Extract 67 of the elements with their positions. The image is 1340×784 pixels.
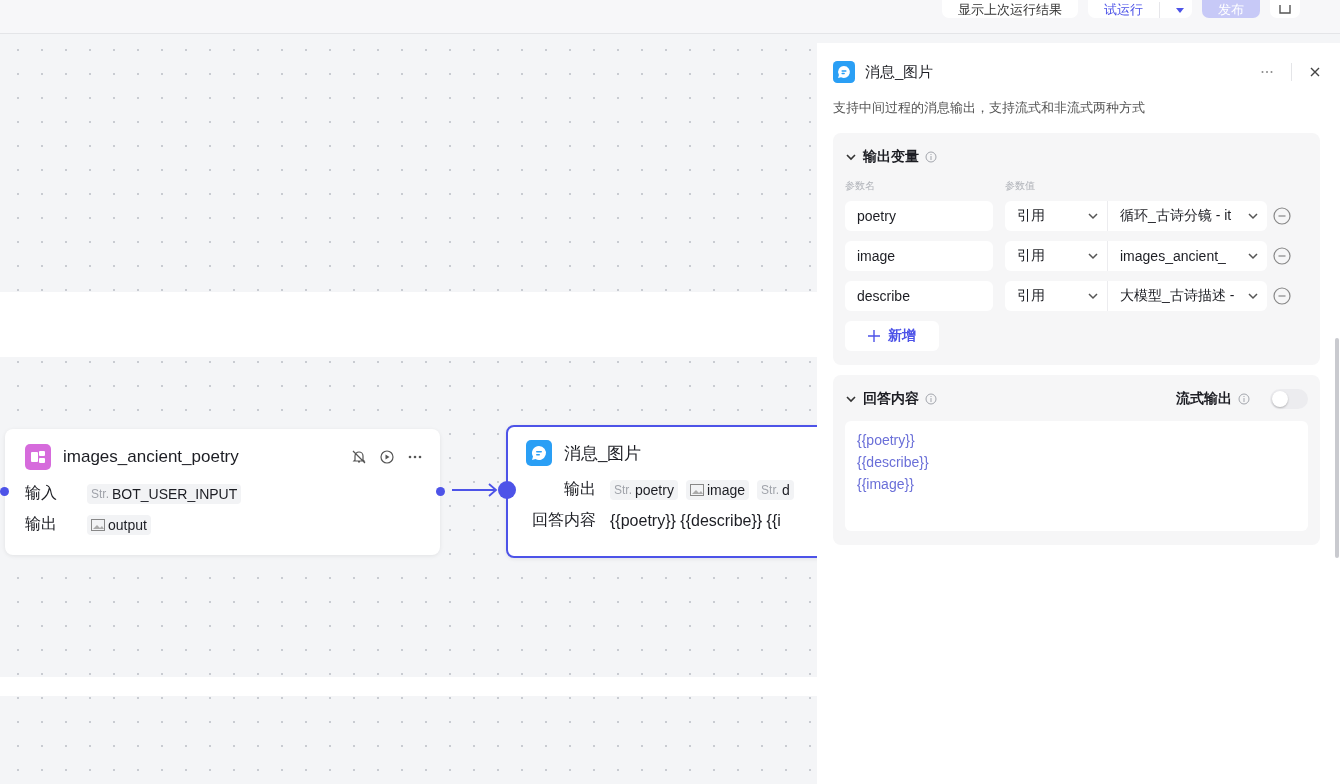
- variable-tag: Str. d: [757, 479, 794, 500]
- value-select[interactable]: 循环_古诗分镜 - it: [1107, 201, 1267, 231]
- variable-tag: Str. poetry: [610, 479, 678, 500]
- field-label: 输入: [25, 483, 58, 503]
- name-field[interactable]: describe: [845, 281, 993, 311]
- show-last-run-button[interactable]: 显示上次运行结果: [942, 0, 1078, 18]
- answer-content-field[interactable]: {{poetry}} {{describe}} {{image}}: [845, 421, 1308, 531]
- answer-preview: {{poetry}} {{describe}} {{i: [610, 511, 781, 530]
- field-label: 输出: [25, 514, 58, 534]
- message-icon: [526, 440, 552, 466]
- test-run-button[interactable]: 试运行: [1088, 0, 1192, 18]
- value-select[interactable]: images_ancient_: [1107, 241, 1267, 271]
- stream-output-label: 流式输出: [1176, 390, 1232, 408]
- chevron-icon[interactable]: [845, 393, 857, 405]
- remove-icon[interactable]: [1273, 207, 1291, 225]
- column-header: 参数名: [845, 179, 876, 193]
- chevron-down-icon: [1087, 290, 1099, 302]
- more-icon[interactable]: [408, 455, 422, 459]
- chevron-down-icon: [1247, 250, 1259, 262]
- panel-description: 支持中间过程的消息输出，支持流式和非流式两种方式: [833, 99, 1146, 117]
- column-header: 参数值: [1005, 179, 1036, 193]
- export-icon: [1278, 5, 1292, 15]
- chevron-down-icon: [1247, 290, 1259, 302]
- variable-tag: image: [685, 479, 750, 500]
- field-label: 回答内容: [531, 510, 596, 530]
- info-icon: [925, 393, 937, 405]
- name-field[interactable]: poetry: [845, 201, 993, 231]
- remove-icon[interactable]: [1273, 287, 1291, 305]
- add-button[interactable]: 新增: [845, 321, 939, 351]
- message-icon: [833, 61, 855, 83]
- variable-tag: output: [87, 514, 151, 535]
- remove-icon[interactable]: [1273, 247, 1291, 265]
- name-field[interactable]: image: [845, 241, 993, 271]
- panel-title: 消息_图片: [865, 62, 935, 82]
- close-icon[interactable]: [1310, 67, 1320, 77]
- image-icon: [689, 483, 704, 496]
- stream-toggle[interactable]: [1270, 389, 1308, 409]
- chevron-down-icon: [1087, 210, 1099, 222]
- scrollbar[interactable]: [1335, 338, 1339, 558]
- value-select[interactable]: 大模型_古诗描述 -: [1107, 281, 1267, 311]
- node-card[interactable]: images_ancient_poetry 输入 Str. BOT_USER_INPUT 输出 output: [5, 429, 440, 555]
- type-select[interactable]: 引用: [1005, 201, 1107, 231]
- port-dot[interactable]: [0, 487, 9, 496]
- node-title: 消息_图片: [564, 442, 643, 465]
- info-icon: [925, 151, 937, 163]
- image-icon: [91, 518, 105, 531]
- caret-icon: [1176, 7, 1184, 13]
- type-select[interactable]: 引用: [1005, 281, 1107, 311]
- port-dot[interactable]: [498, 481, 516, 499]
- info-icon: [1238, 393, 1250, 405]
- port-dot[interactable]: [436, 487, 445, 496]
- more-icon[interactable]: [1261, 70, 1273, 74]
- section-title: 回答内容: [863, 390, 919, 408]
- variable-tag: Str. BOT_USER_INPUT: [87, 483, 242, 504]
- connector-arrow: [452, 482, 498, 498]
- plus-icon: [868, 330, 880, 342]
- section-title: 输出变量: [863, 148, 919, 166]
- node-title: images_ancient_poetry: [63, 447, 240, 467]
- type-select[interactable]: 引用: [1005, 241, 1107, 271]
- chevron-down-icon: [1247, 210, 1259, 222]
- node-card[interactable]: 消息_图片 输出 Str. poetry image Str. d 回答内容 {{poetry}} {{describe}} {{i: [506, 425, 817, 558]
- plugin-icon: [25, 444, 51, 470]
- chevron-down-icon: [1087, 250, 1099, 262]
- play-icon[interactable]: [380, 450, 394, 464]
- bell-off-icon[interactable]: [352, 450, 366, 464]
- chevron-icon[interactable]: [845, 151, 857, 163]
- field-label: 输出: [563, 479, 596, 499]
